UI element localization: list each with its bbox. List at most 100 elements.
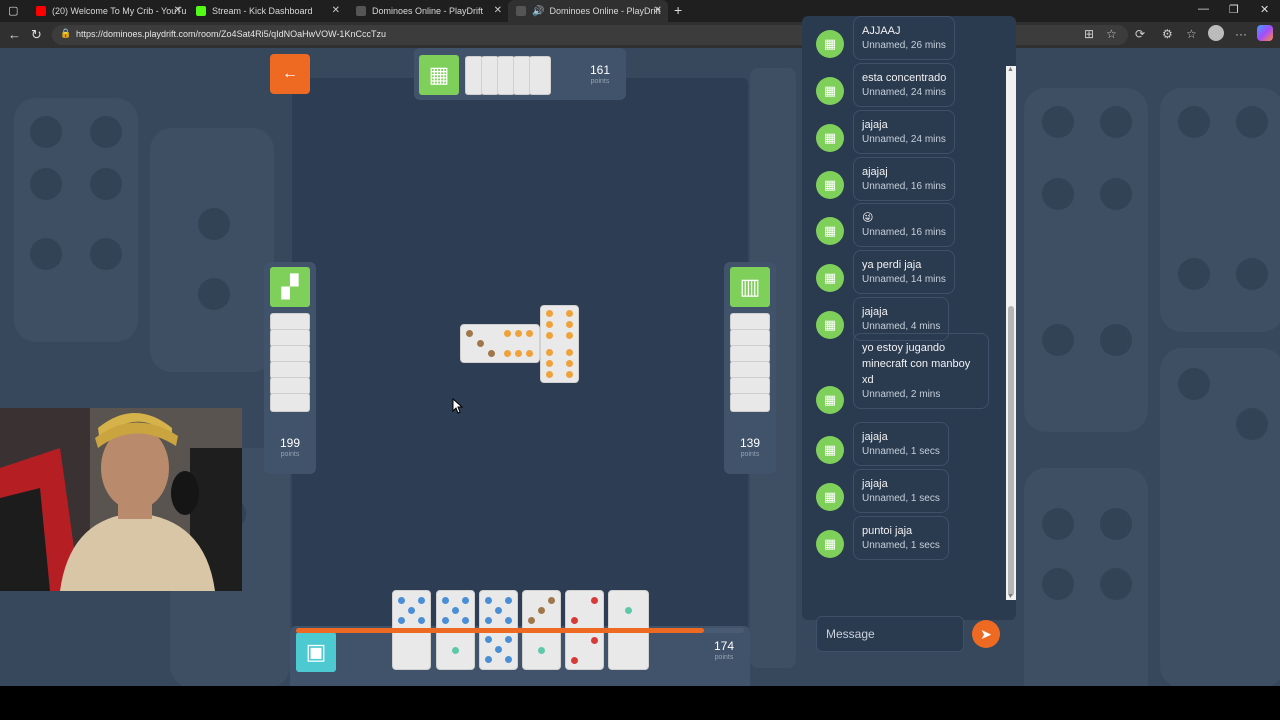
- window-close-icon[interactable]: ✕: [1260, 3, 1269, 16]
- send-icon: ➤: [980, 625, 992, 642]
- chat-message: jajaja Unnamed, 1 secs: [853, 422, 949, 466]
- right-player-avatar-icon: ▥: [730, 267, 770, 307]
- chat-avatar-icon: ▦: [816, 171, 844, 199]
- top-player-avatar-icon: ▦: [419, 55, 459, 95]
- favorites-icon[interactable]: ☆: [1186, 27, 1197, 41]
- back-button[interactable]: ←: [270, 54, 310, 94]
- turn-timer-fill: [296, 628, 704, 633]
- my-points: 174: [713, 639, 735, 653]
- chat-message-text: ya perdi jaja: [862, 259, 922, 271]
- browser-tab-bar: ▢ (20) Welcome To My Crib - YouTu ✕ Stre…: [0, 0, 1280, 22]
- chat-message-text: esta concentrado: [862, 72, 947, 84]
- minimize-icon[interactable]: —: [1198, 3, 1209, 15]
- chat-message-meta: Unnamed, 24 mins: [862, 87, 946, 98]
- chat-message: 😜 Unnamed, 16 mins: [853, 203, 955, 247]
- favorite-star-icon[interactable]: ☆: [1106, 27, 1117, 41]
- chat-avatar-icon: ▦: [816, 217, 844, 245]
- chat-message-meta: Unnamed, 4 mins: [862, 321, 941, 332]
- chat-avatar-icon: ▦: [816, 530, 844, 558]
- youtube-icon: [36, 6, 46, 16]
- chat-avatar-icon: ▦: [816, 436, 844, 464]
- chat-scroll-thumb[interactable]: [1008, 306, 1014, 596]
- webcam-image: [0, 408, 242, 591]
- sidebar-toggle-icon[interactable]: ▢: [8, 4, 18, 17]
- chat-avatar-icon: ▦: [816, 264, 844, 292]
- speaker-icon[interactable]: 🔊: [532, 6, 544, 17]
- split-screen-icon[interactable]: ⚙: [1162, 27, 1173, 41]
- tab-label: Dominoes Online - PlayDrift: [549, 6, 661, 16]
- chat-message: ya perdi jaja Unnamed, 14 mins: [853, 250, 955, 294]
- chat-message-text: jajaja: [862, 306, 888, 318]
- chat-message-meta: Unnamed, 1 secs: [862, 540, 940, 551]
- chat-avatar-icon: ▦: [816, 483, 844, 511]
- chat-avatar-icon: ▦: [816, 124, 844, 152]
- close-icon[interactable]: ✕: [654, 5, 662, 16]
- close-icon[interactable]: ✕: [494, 5, 502, 16]
- chat-message-meta: Unnamed, 14 mins: [862, 274, 946, 285]
- chat-message: jajaja Unnamed, 1 secs: [853, 469, 949, 513]
- webcam-overlay: [0, 408, 242, 591]
- chat-message-meta: Unnamed, 1 secs: [862, 493, 940, 504]
- message-input[interactable]: [816, 616, 964, 652]
- refresh-icon[interactable]: ↻: [31, 27, 42, 43]
- chat-message-text: AJJAAJ: [862, 25, 901, 37]
- chat-message-text: ajajaj: [862, 166, 888, 178]
- new-tab-icon[interactable]: +: [674, 2, 682, 18]
- chat-panel: AJJAAJ Unnamed, 26 mins ▦ esta concentrado U…: [802, 16, 1016, 620]
- profile-avatar-icon[interactable]: [1208, 25, 1224, 41]
- chat-message-meta: Unnamed, 2 mins: [862, 389, 941, 400]
- opponent-tile: [730, 393, 770, 412]
- chat-message-meta: Unnamed, 26 mins: [862, 40, 946, 51]
- chat-message-text: jajaja: [862, 431, 888, 443]
- close-icon[interactable]: ✕: [332, 5, 340, 16]
- chat-message-meta: Unnamed, 16 mins: [862, 181, 946, 192]
- chat-message-meta: Unnamed, 24 mins: [862, 134, 946, 145]
- board-domino-3-6: [460, 324, 540, 363]
- opponent-tile: [529, 56, 551, 95]
- chat-avatar-icon: ▦: [816, 77, 844, 105]
- scroll-up-icon[interactable]: ▲: [1007, 66, 1014, 73]
- url-text: https://dominoes.playdrift.com/room/Zo4S…: [76, 29, 386, 39]
- tab-label: (20) Welcome To My Crib - YouTu: [52, 6, 187, 16]
- address-bar-row: ← ↻ 🔒 https://dominoes.playdrift.com/roo…: [0, 22, 1280, 48]
- tab-dominoes-1[interactable]: Dominoes Online - PlayDrift ✕: [348, 0, 508, 22]
- letterbox-bar: [0, 686, 1280, 720]
- chat-message-text: puntoi jaja: [862, 525, 913, 537]
- close-icon[interactable]: ✕: [174, 5, 182, 16]
- chat-message: esta concentrado Unnamed, 24 mins: [853, 63, 956, 107]
- chat-avatar-icon: ▦: [816, 30, 844, 58]
- chat-message: jajaja Unnamed, 24 mins: [853, 110, 955, 154]
- points-label: points: [280, 451, 300, 458]
- chat-message-meta: Unnamed, 1 secs: [862, 446, 940, 457]
- scroll-down-icon[interactable]: ▼: [1007, 593, 1014, 600]
- turn-timer-bar: [296, 628, 744, 633]
- extensions-icon[interactable]: ⟳: [1135, 27, 1145, 41]
- chat-message-text: 😜: [862, 212, 874, 224]
- chat-avatar-icon: ▦: [816, 386, 844, 414]
- tab-youtube[interactable]: (20) Welcome To My Crib - YouTu ✕: [28, 0, 188, 22]
- more-menu-icon[interactable]: ···: [1235, 27, 1247, 41]
- restore-icon[interactable]: ❐: [1229, 3, 1239, 16]
- tab-dominoes-2[interactable]: 🔊 Dominoes Online - PlayDrift ✕: [508, 0, 668, 22]
- chat-message-text: yo estoy jugando minecraft con manboy xd: [862, 342, 971, 386]
- playdrift-icon: [356, 6, 366, 16]
- left-player-points: 199: [279, 436, 301, 450]
- right-player-points: 139: [739, 436, 761, 450]
- chat-avatar-icon: ▦: [816, 311, 844, 339]
- my-avatar-icon: ▣: [296, 632, 336, 672]
- my-player-panel: [290, 626, 750, 686]
- kick-icon: [196, 6, 206, 16]
- tab-kick[interactable]: Stream - Kick Dashboard ✕: [188, 0, 346, 22]
- chat-scrollbar[interactable]: ▲ ▼: [1006, 66, 1016, 600]
- playdrift-icon: [516, 6, 526, 16]
- tab-label: Dominoes Online - PlayDrift: [372, 6, 484, 16]
- back-icon[interactable]: ←: [8, 27, 21, 42]
- opponent-tile: [270, 393, 310, 412]
- send-button[interactable]: ➤: [972, 620, 1000, 648]
- app-available-icon[interactable]: ⊞: [1084, 27, 1094, 41]
- points-label: points: [714, 654, 734, 661]
- chat-message: yo estoy jugando minecraft con manboy xd…: [853, 333, 989, 409]
- chat-message: puntoi jaja Unnamed, 1 secs: [853, 516, 949, 560]
- copilot-icon[interactable]: [1257, 25, 1273, 41]
- game-board: [292, 78, 748, 686]
